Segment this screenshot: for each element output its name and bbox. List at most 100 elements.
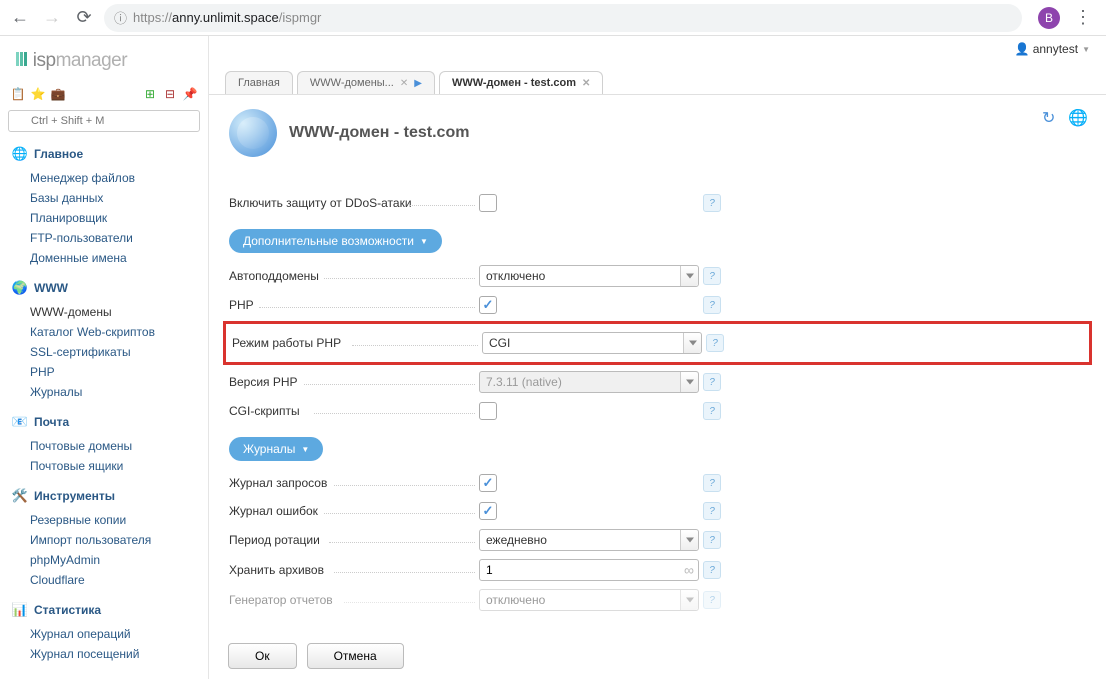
site-info-icon[interactable]: ⓘ [114, 8, 127, 27]
errlog-checkbox[interactable] [479, 502, 497, 520]
nav-cloudflare[interactable]: Cloudflare [30, 570, 208, 590]
nav-mail-header[interactable]: 📧Почта [0, 410, 208, 434]
reportgen-label: Генератор отчетов [229, 593, 333, 607]
logo: ispmanager [0, 36, 208, 82]
search-input[interactable] [8, 110, 200, 132]
page-globe-icon [229, 109, 277, 157]
close-icon[interactable]: ✕ [582, 78, 590, 89]
main-area: 👤 annytest ▼ Главная WWW-домены...✕▶ WWW… [209, 36, 1106, 679]
nav-php[interactable]: PHP [30, 362, 208, 382]
pin-icon[interactable]: 📌 [182, 86, 198, 102]
nav-ssl[interactable]: SSL-сертификаты [30, 342, 208, 362]
browser-toolbar: ← → ⟳ ⓘ https://anny.unlimit.space/ispmg… [0, 0, 1106, 36]
cgi-label: CGI-скрипты [229, 404, 300, 418]
cancel-button[interactable]: Отмена [307, 643, 404, 669]
profile-avatar[interactable]: B [1038, 7, 1060, 29]
user-dropdown-icon[interactable]: ▼ [1082, 45, 1090, 54]
autosub-select[interactable]: отключено [479, 265, 699, 287]
help-icon[interactable]: ? [703, 474, 721, 492]
help-icon[interactable]: ? [703, 296, 721, 314]
nav-scheduler[interactable]: Планировщик [30, 208, 208, 228]
help-icon[interactable]: ? [703, 373, 721, 391]
refresh-icon[interactable]: ↻ [1042, 108, 1060, 126]
autosub-label: Автоподдомены [229, 269, 319, 283]
tabs: Главная WWW-домены...✕▶ WWW-домен - test… [209, 54, 1106, 94]
ok-button[interactable]: Ок [228, 643, 297, 669]
nav-file-manager[interactable]: Менеджер файлов [30, 168, 208, 188]
ddos-label: Включить защиту от DDoS-атаки [229, 196, 412, 210]
tab-www-list[interactable]: WWW-домены...✕▶ [297, 71, 435, 94]
archives-input[interactable]: ∞ [479, 559, 699, 581]
section-logs[interactable]: Журналы [229, 437, 323, 461]
tab-www-domain[interactable]: WWW-домен - test.com✕ [439, 71, 603, 94]
phpver-select[interactable]: 7.3.11 (native) [479, 371, 699, 393]
nav-logs[interactable]: Журналы [30, 382, 208, 402]
infinity-icon[interactable]: ∞ [684, 562, 694, 578]
chevron-right-icon: ▶ [414, 78, 422, 89]
collapse-icon[interactable]: ⊟ [162, 86, 178, 102]
user-icon: 👤 [1015, 42, 1029, 56]
tools-icon: 🛠️ [12, 488, 28, 504]
reload-button[interactable]: ⟳ [72, 6, 96, 30]
search-wrap [8, 110, 200, 132]
globe-icon: 🌍 [12, 280, 28, 296]
star-icon[interactable]: ⭐ [30, 86, 46, 102]
expand-icon[interactable]: ⊞ [142, 86, 158, 102]
phpmode-label: Режим работы PHP [232, 336, 341, 350]
nav-mail-domains[interactable]: Почтовые домены [30, 436, 208, 456]
close-icon[interactable]: ✕ [400, 78, 408, 89]
nav-import-user[interactable]: Импорт пользователя [30, 530, 208, 550]
ddos-checkbox[interactable] [479, 194, 497, 212]
stats-icon: 📊 [12, 602, 28, 618]
nav-stats-header[interactable]: 📊Статистика [0, 598, 208, 622]
cgi-checkbox[interactable] [479, 402, 497, 420]
nav-mail-boxes[interactable]: Почтовые ящики [30, 456, 208, 476]
tab-home[interactable]: Главная [225, 71, 293, 94]
phpver-label: Версия PHP [229, 375, 298, 389]
back-button[interactable]: ← [8, 6, 32, 30]
help-icon[interactable]: ? [703, 531, 721, 549]
user-bar[interactable]: 👤 annytest ▼ [1015, 42, 1090, 56]
username: annytest [1033, 42, 1078, 56]
reqlog-checkbox[interactable] [479, 474, 497, 492]
help-icon[interactable]: ? [703, 502, 721, 520]
mail-icon: 📧 [12, 414, 28, 430]
php-checkbox[interactable] [479, 296, 497, 314]
reportgen-select[interactable]: отключено [479, 589, 699, 611]
browser-menu-icon[interactable]: ⋮ [1068, 7, 1098, 28]
nav-ftp-users[interactable]: FTP-пользователи [30, 228, 208, 248]
nav-domain-names[interactable]: Доменные имена [30, 248, 208, 268]
phpmode-select[interactable]: CGI [482, 332, 702, 354]
section-extra[interactable]: Дополнительные возможности [229, 229, 442, 253]
nav-phpmyadmin[interactable]: phpMyAdmin [30, 550, 208, 570]
page-title: WWW-домен - test.com [289, 124, 469, 142]
sidebar: ispmanager 📋 ⭐ 💼 ⊞ ⊟ 📌 🌐Главное Менеджер… [0, 36, 209, 679]
help-icon[interactable]: ? [703, 591, 721, 609]
rotate-label: Период ротации [229, 533, 320, 547]
nav-web-scripts[interactable]: Каталог Web-скриптов [30, 322, 208, 342]
nav-www-header[interactable]: 🌍WWW [0, 276, 208, 300]
sidebar-toolbar: 📋 ⭐ 💼 ⊞ ⊟ 📌 [0, 82, 208, 106]
help-icon[interactable]: ? [706, 334, 724, 352]
nav-www-domains[interactable]: WWW-домены [30, 302, 208, 322]
php-label: PHP [229, 298, 254, 312]
forward-button[interactable]: → [40, 6, 64, 30]
nav-main-header[interactable]: 🌐Главное [0, 142, 208, 166]
help-icon[interactable]: ? [703, 402, 721, 420]
help-icon[interactable]: ? [703, 267, 721, 285]
help-icon[interactable]: ? [703, 194, 721, 212]
help-icon[interactable]: ? [703, 561, 721, 579]
nav-backups[interactable]: Резервные копии [30, 510, 208, 530]
clipboard-icon[interactable]: 💼 [50, 86, 66, 102]
url-text: https://anny.unlimit.space/ispmgr [133, 10, 1012, 25]
reqlog-label: Журнал запросов [229, 476, 327, 490]
home-icon: 🌐 [12, 146, 28, 162]
nav-databases[interactable]: Базы данных [30, 188, 208, 208]
help-icon[interactable]: 🌐 [1068, 108, 1086, 126]
nav-visit-log[interactable]: Журнал посещений [30, 644, 208, 664]
nav-op-log[interactable]: Журнал операций [30, 624, 208, 644]
nav-tools-header[interactable]: 🛠️Инструменты [0, 484, 208, 508]
address-bar[interactable]: ⓘ https://anny.unlimit.space/ispmgr [104, 4, 1022, 32]
list-icon[interactable]: 📋 [10, 86, 26, 102]
rotate-select[interactable]: ежедневно [479, 529, 699, 551]
